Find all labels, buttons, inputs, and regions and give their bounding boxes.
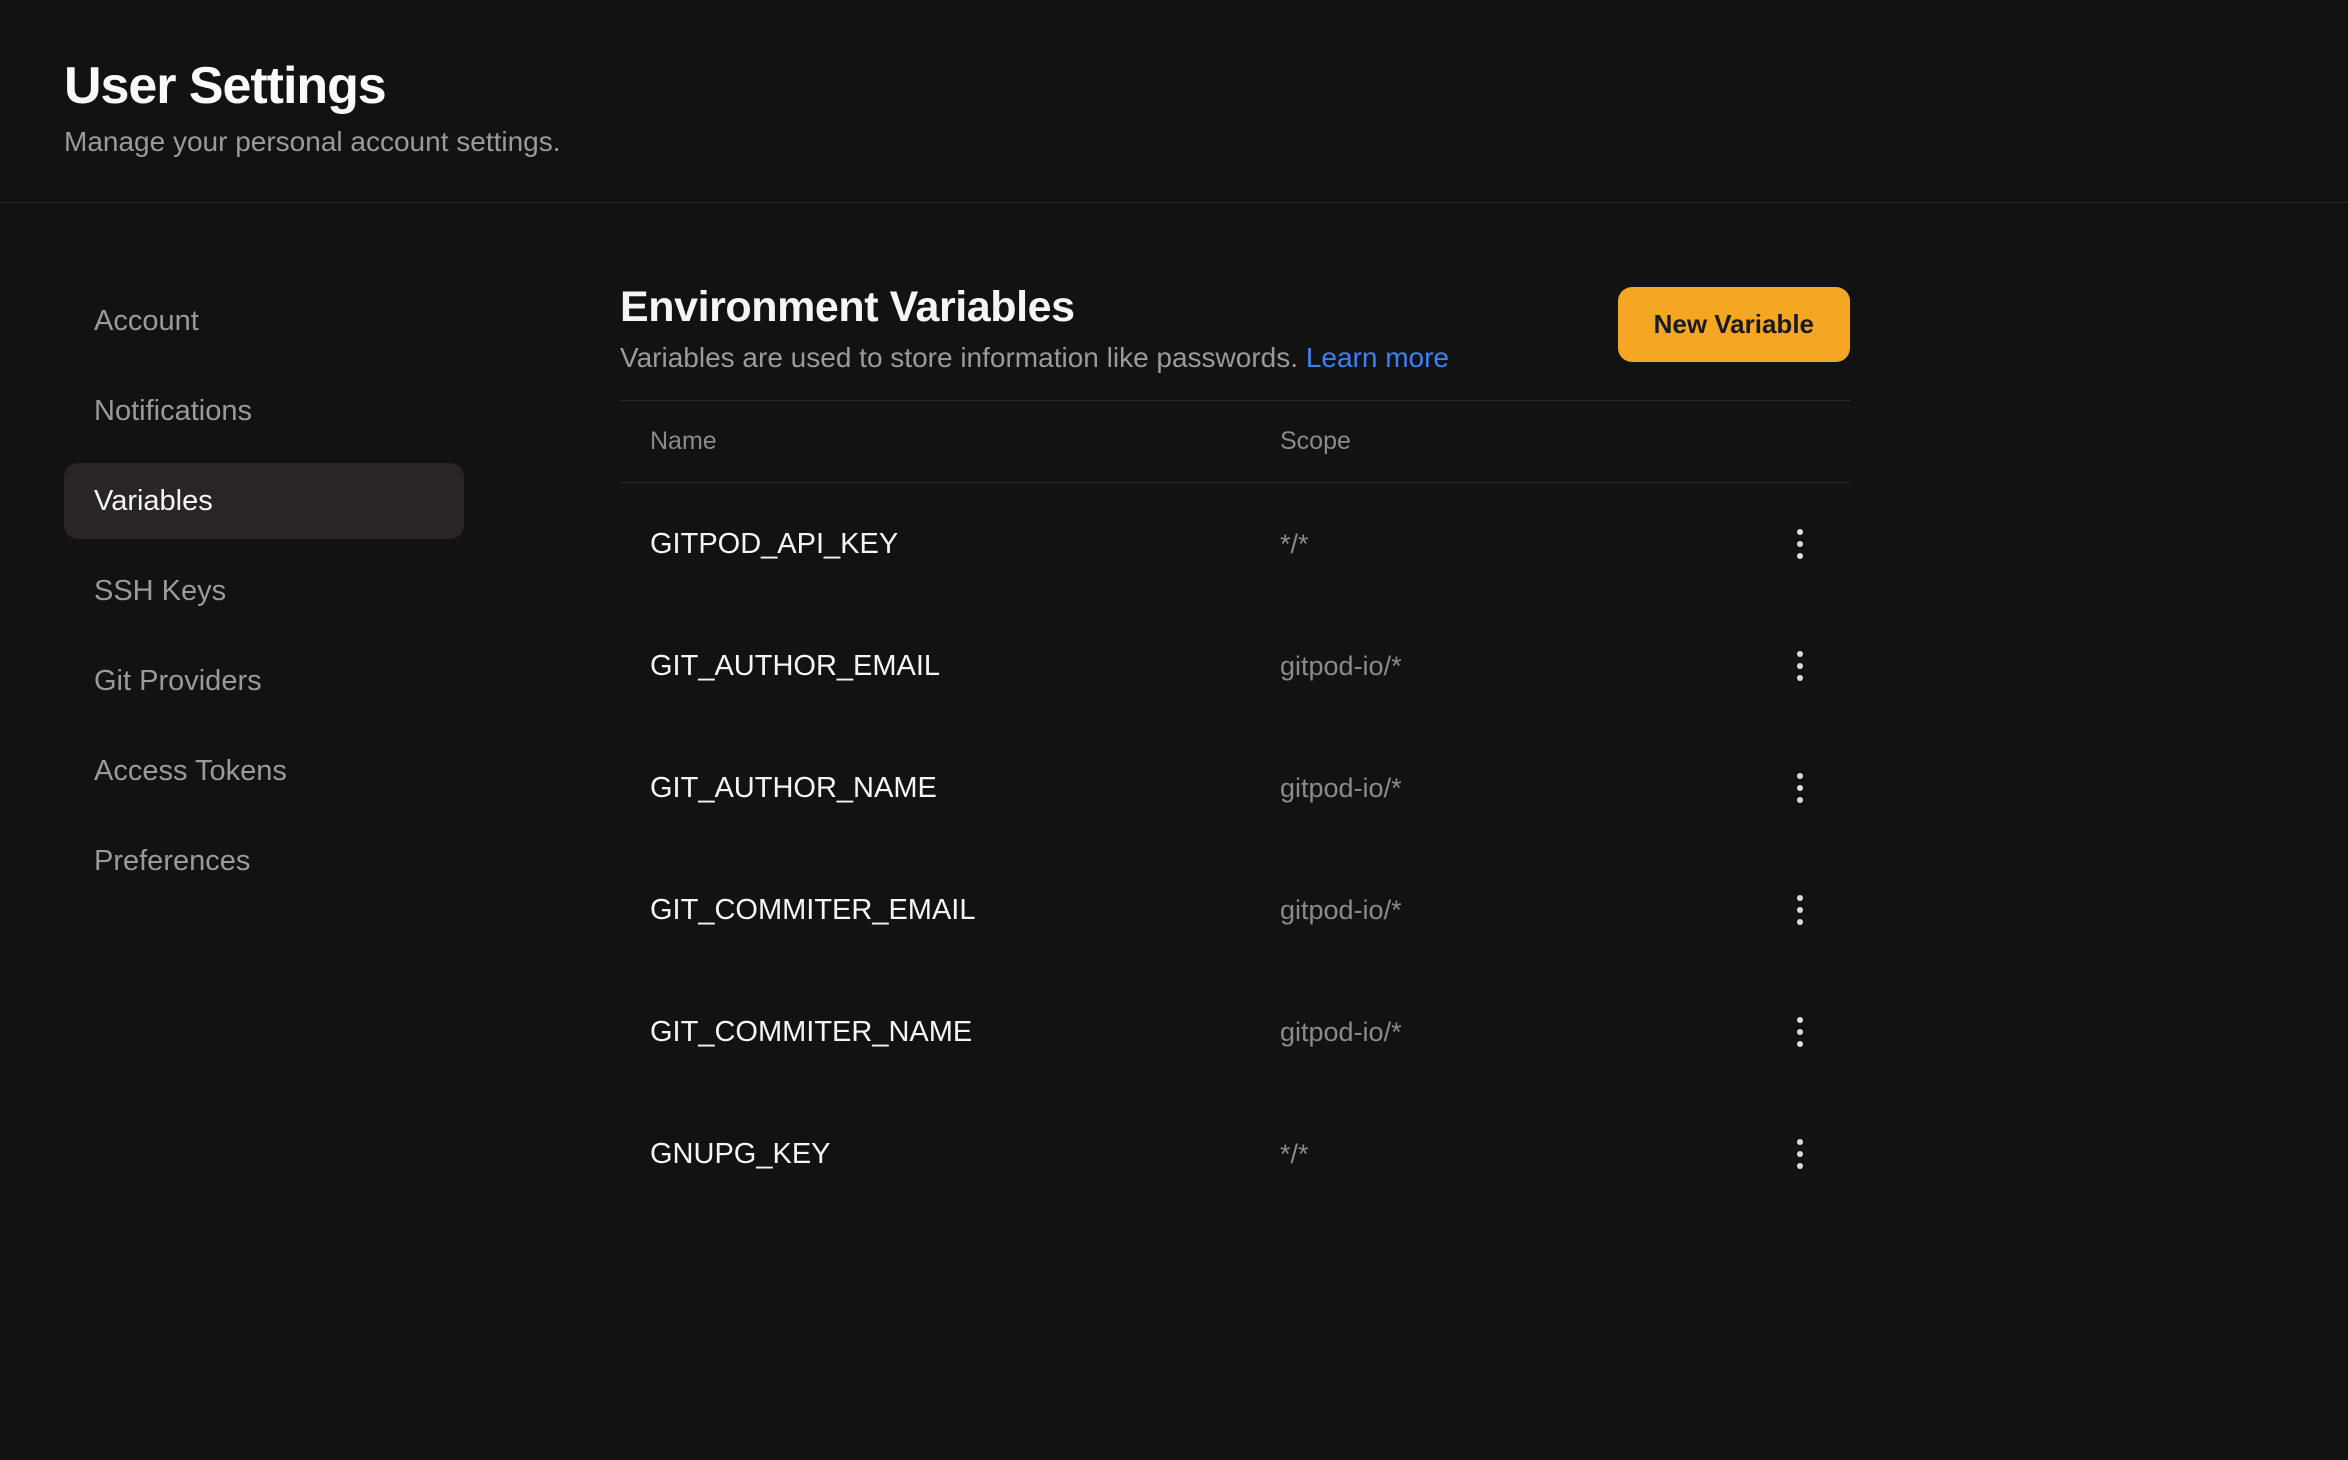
sidebar-item-label: Git Providers [94, 665, 262, 698]
row-actions-button[interactable] [1780, 768, 1820, 808]
row-actions [1760, 1134, 1820, 1174]
row-actions-button[interactable] [1780, 1012, 1820, 1052]
sidebar-item-notifications[interactable]: Notifications [64, 373, 464, 449]
sidebar-item-account[interactable]: Account [64, 283, 464, 359]
learn-more-link[interactable]: Learn more [1306, 342, 1449, 373]
more-vertical-icon [1797, 1139, 1803, 1169]
sidebar-item-access-tokens[interactable]: Access Tokens [64, 733, 464, 809]
more-vertical-icon [1797, 1017, 1803, 1047]
row-actions [1760, 524, 1820, 564]
new-variable-button[interactable]: New Variable [1618, 287, 1850, 362]
table-row: GIT_AUTHOR_NAMEgitpod-io/* [620, 727, 1850, 849]
content-layout: Account Notifications Variables SSH Keys Git… [0, 203, 2348, 1215]
table-row: GIT_COMMITER_NAMEgitpod-io/* [620, 971, 1850, 1093]
variable-scope: */* [1280, 529, 1760, 560]
section-heading-block: Environment Variables Variables are used… [620, 283, 1449, 374]
variable-scope: gitpod-io/* [1280, 773, 1760, 804]
row-actions-button[interactable] [1780, 646, 1820, 686]
row-actions [1760, 1012, 1820, 1052]
section-subheading: Variables are used to store information … [620, 342, 1449, 374]
sidebar-item-label: Notifications [94, 395, 252, 428]
variable-scope: gitpod-io/* [1280, 651, 1760, 682]
more-vertical-icon [1797, 529, 1803, 559]
more-vertical-icon [1797, 651, 1803, 681]
sidebar: Account Notifications Variables SSH Keys Git… [0, 283, 620, 1215]
section-header: Environment Variables Variables are used… [620, 283, 1850, 374]
table-row: GIT_AUTHOR_EMAILgitpod-io/* [620, 605, 1850, 727]
sidebar-item-git-providers[interactable]: Git Providers [64, 643, 464, 719]
page-header: User Settings Manage your personal accou… [0, 0, 2348, 203]
row-actions-button[interactable] [1780, 890, 1820, 930]
sidebar-item-label: SSH Keys [94, 575, 226, 608]
row-actions [1760, 646, 1820, 686]
column-header-scope: Scope [1280, 427, 1760, 456]
section-subheading-text: Variables are used to store information … [620, 342, 1306, 373]
page-subtitle: Manage your personal account settings. [64, 126, 2284, 158]
table-body: GITPOD_API_KEY*/*GIT_AUTHOR_EMAILgitpod-… [620, 483, 1850, 1215]
table-row: GIT_COMMITER_EMAILgitpod-io/* [620, 849, 1850, 971]
column-header-name: Name [650, 427, 1280, 456]
row-actions-button[interactable] [1780, 1134, 1820, 1174]
row-actions [1760, 890, 1820, 930]
more-vertical-icon [1797, 773, 1803, 803]
section-heading: Environment Variables [620, 283, 1449, 332]
sidebar-item-label: Variables [94, 485, 213, 518]
variables-table: Name Scope GITPOD_API_KEY*/*GIT_AUTHOR_E… [620, 400, 1850, 1215]
more-vertical-icon [1797, 895, 1803, 925]
variable-name: GNUPG_KEY [650, 1138, 1280, 1171]
variable-name: GITPOD_API_KEY [650, 528, 1280, 561]
variable-name: GIT_AUTHOR_EMAIL [650, 650, 1280, 683]
row-actions [1760, 768, 1820, 808]
sidebar-item-variables[interactable]: Variables [64, 463, 464, 539]
sidebar-item-preferences[interactable]: Preferences [64, 823, 464, 899]
sidebar-item-ssh-keys[interactable]: SSH Keys [64, 553, 464, 629]
sidebar-nav: Account Notifications Variables SSH Keys Git… [64, 283, 620, 899]
sidebar-item-label: Access Tokens [94, 755, 287, 788]
variable-scope: gitpod-io/* [1280, 1017, 1760, 1048]
variable-scope: gitpod-io/* [1280, 895, 1760, 926]
table-header-row: Name Scope [620, 401, 1850, 483]
table-row: GITPOD_API_KEY*/* [620, 483, 1850, 605]
row-actions-button[interactable] [1780, 524, 1820, 564]
variable-name: GIT_COMMITER_EMAIL [650, 894, 1280, 927]
variable-name: GIT_COMMITER_NAME [650, 1016, 1280, 1049]
sidebar-item-label: Account [94, 305, 199, 338]
sidebar-item-label: Preferences [94, 845, 250, 878]
variable-scope: */* [1280, 1139, 1760, 1170]
page-title: User Settings [64, 56, 2284, 116]
table-row: GNUPG_KEY*/* [620, 1093, 1850, 1215]
variable-name: GIT_AUTHOR_NAME [650, 772, 1280, 805]
main-content: Environment Variables Variables are used… [620, 283, 2100, 1215]
